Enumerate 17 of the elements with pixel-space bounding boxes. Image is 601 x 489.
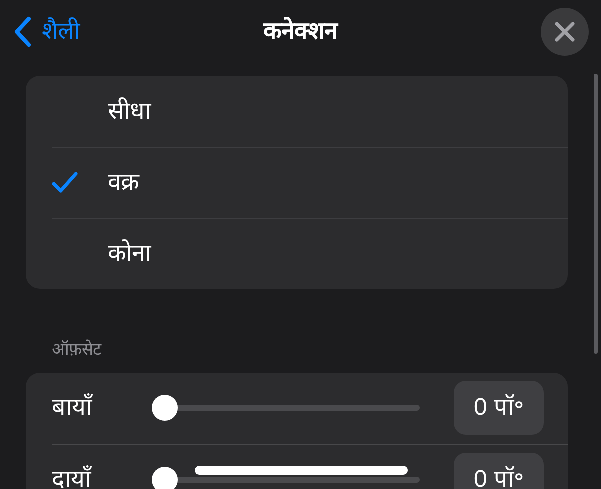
style-option[interactable]: वक्र: [52, 147, 568, 218]
offset-label: दायाँ: [52, 464, 93, 489]
slider-thumb[interactable]: [152, 395, 178, 421]
screen-title: कनेक्शन: [264, 16, 338, 47]
slider[interactable]: [152, 395, 420, 421]
close-icon: [555, 22, 575, 42]
offset-label: बायाँ: [52, 392, 94, 423]
close-button[interactable]: [541, 8, 589, 56]
back-button[interactable]: शैली: [14, 14, 80, 50]
style-option[interactable]: कोना: [52, 218, 568, 289]
style-option[interactable]: सीधा: [52, 76, 568, 147]
slider-thumb[interactable]: [152, 466, 178, 489]
chevron-left-icon: [14, 16, 32, 48]
drag-handle[interactable]: [195, 466, 408, 475]
value-field[interactable]: 0 पॉ॰: [454, 381, 544, 435]
section-heading: ऑफ़सेट: [52, 338, 102, 361]
value-field[interactable]: 0 पॉ॰: [454, 452, 544, 489]
